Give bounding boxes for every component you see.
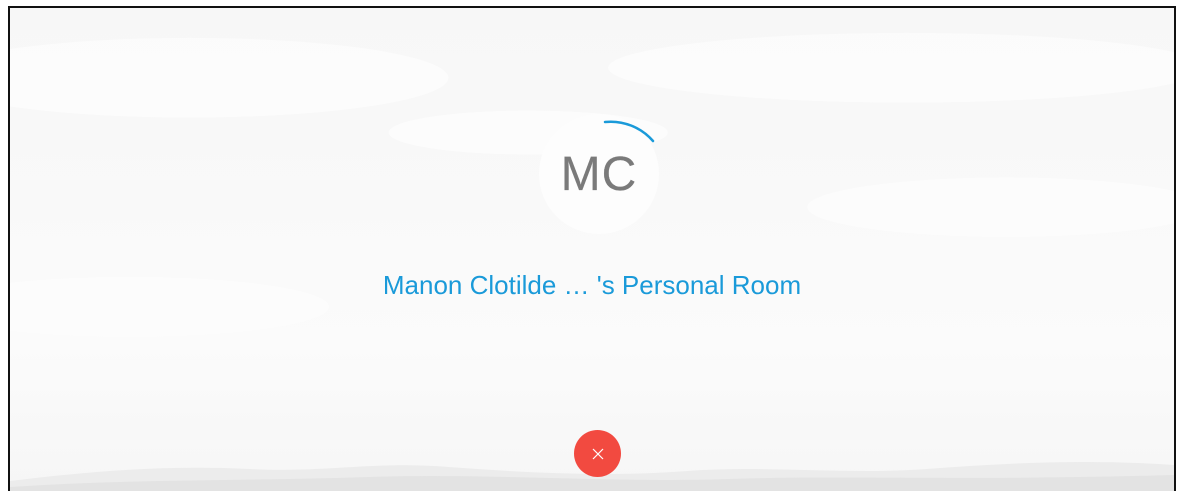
avatar-container: MC [539, 114, 659, 234]
end-call-button[interactable] [574, 430, 621, 477]
close-icon [592, 448, 603, 459]
meeting-window: MC Manon Clotilde … 's Personal Room [8, 6, 1176, 491]
room-title: Manon Clotilde … 's Personal Room [382, 270, 802, 300]
loading-spinner [603, 120, 655, 143]
background-clouds [10, 32, 1174, 337]
